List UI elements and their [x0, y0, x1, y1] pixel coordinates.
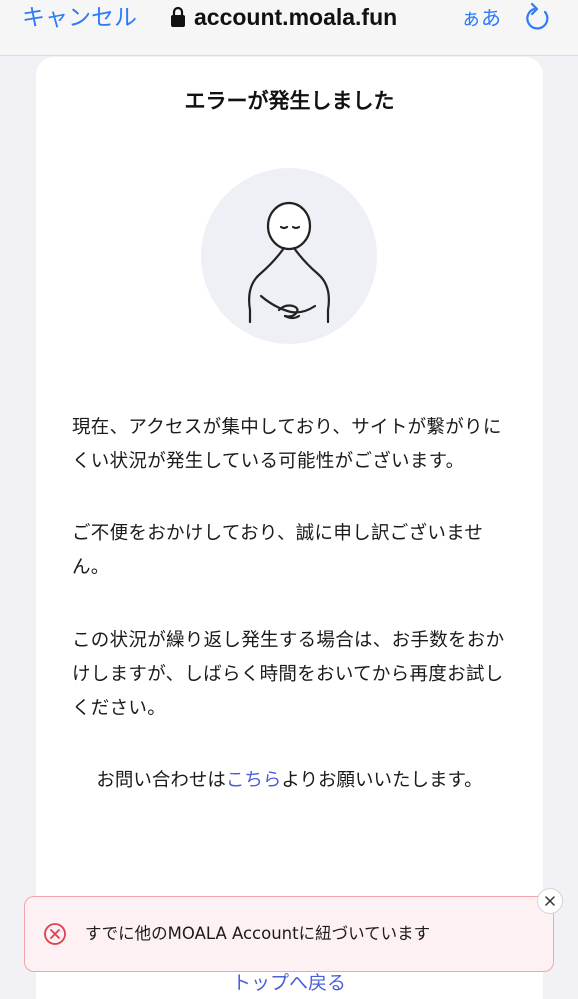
reload-icon[interactable]	[524, 2, 552, 32]
url-text: account.moala.fun	[194, 4, 398, 30]
error-circle-icon	[44, 923, 66, 945]
contact-prefix: お問い合わせは	[96, 770, 226, 791]
close-icon	[545, 896, 555, 906]
toast-close-button[interactable]	[537, 888, 563, 914]
error-toast: すでに他のMOALA Accountに紐づいています	[24, 896, 554, 972]
retry-paragraph: この状況が繰り返し発生する場合は、お手数をおかけしますが、しばらく時間をおいてか…	[72, 630, 505, 719]
toast-message: すでに他のMOALA Accountに紐づいています	[85, 924, 431, 943]
message-paragraph: 現在、アクセスが集中しており、サイトが繋がりにくい状況が発生している可能性がござ…	[72, 417, 502, 472]
contact-text: お問い合わせはこちらよりお願いいたします。	[36, 764, 543, 798]
lock-icon	[171, 6, 185, 27]
cancel-button[interactable]: キャンセル	[22, 4, 137, 32]
contact-link[interactable]: こちら	[226, 770, 282, 791]
person-illustration	[201, 168, 377, 344]
text-size-button[interactable]: ぁあ	[461, 6, 501, 30]
address-bar[interactable]: account.moala.fun	[170, 2, 397, 32]
contact-suffix: よりお願いいたします。	[281, 770, 483, 791]
apology-paragraph: ご不便をおかけしており、誠に申し訳ございません。	[72, 523, 484, 578]
back-to-top-link[interactable]: トップへ戻る	[0, 970, 578, 996]
browser-toolbar: キャンセル account.moala.fun ぁあ	[0, 0, 578, 56]
page-title: エラーが発生しました	[184, 89, 395, 113]
